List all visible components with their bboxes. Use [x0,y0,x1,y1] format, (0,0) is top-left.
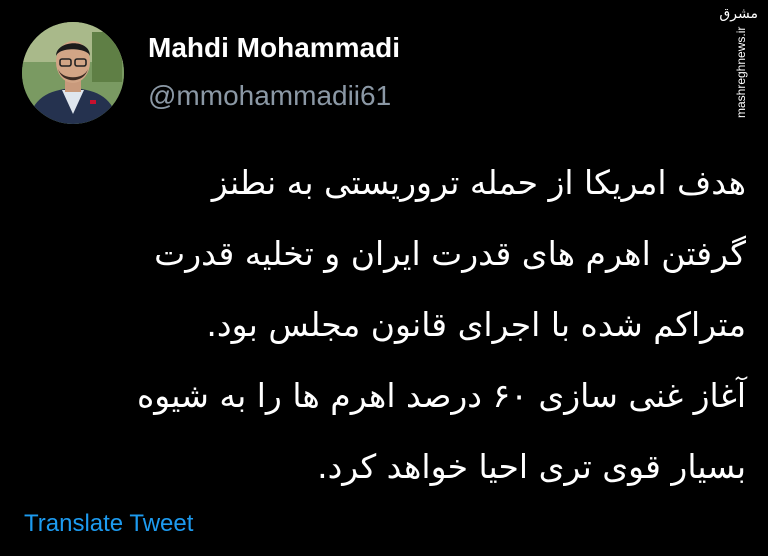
watermark: مشرق mashreghnews.ir [719,6,760,124]
tweet-line: گرفتن اهرم های قدرت ایران و تخلیه قدرت [154,234,746,273]
tweet-line: متراکم شده با اجرای قانون مجلس بود. [206,305,746,344]
avatar[interactable] [22,22,124,124]
watermark-logo: مشرق [719,6,758,22]
tweet-line: آغاز غنی سازی ۶۰ درصد اهرم ها را به شیوه [136,376,746,415]
profile-photo-icon [22,22,124,124]
tweet-line: بسیار قوی تری احیا خواهد کرد. [317,447,746,486]
display-name[interactable]: Mahdi Mohammadi [148,30,400,66]
translate-tweet-link[interactable]: Translate Tweet [24,509,193,539]
watermark-site: mashreghnews.ir [734,26,748,118]
tweet-text: هدف امریکا از حمله تروریستی به نطنز گرفت… [16,147,746,502]
tweet-line: هدف امریکا از حمله تروریستی به نطنز [211,163,746,202]
user-handle[interactable]: @mmohammadii61 [148,78,391,114]
